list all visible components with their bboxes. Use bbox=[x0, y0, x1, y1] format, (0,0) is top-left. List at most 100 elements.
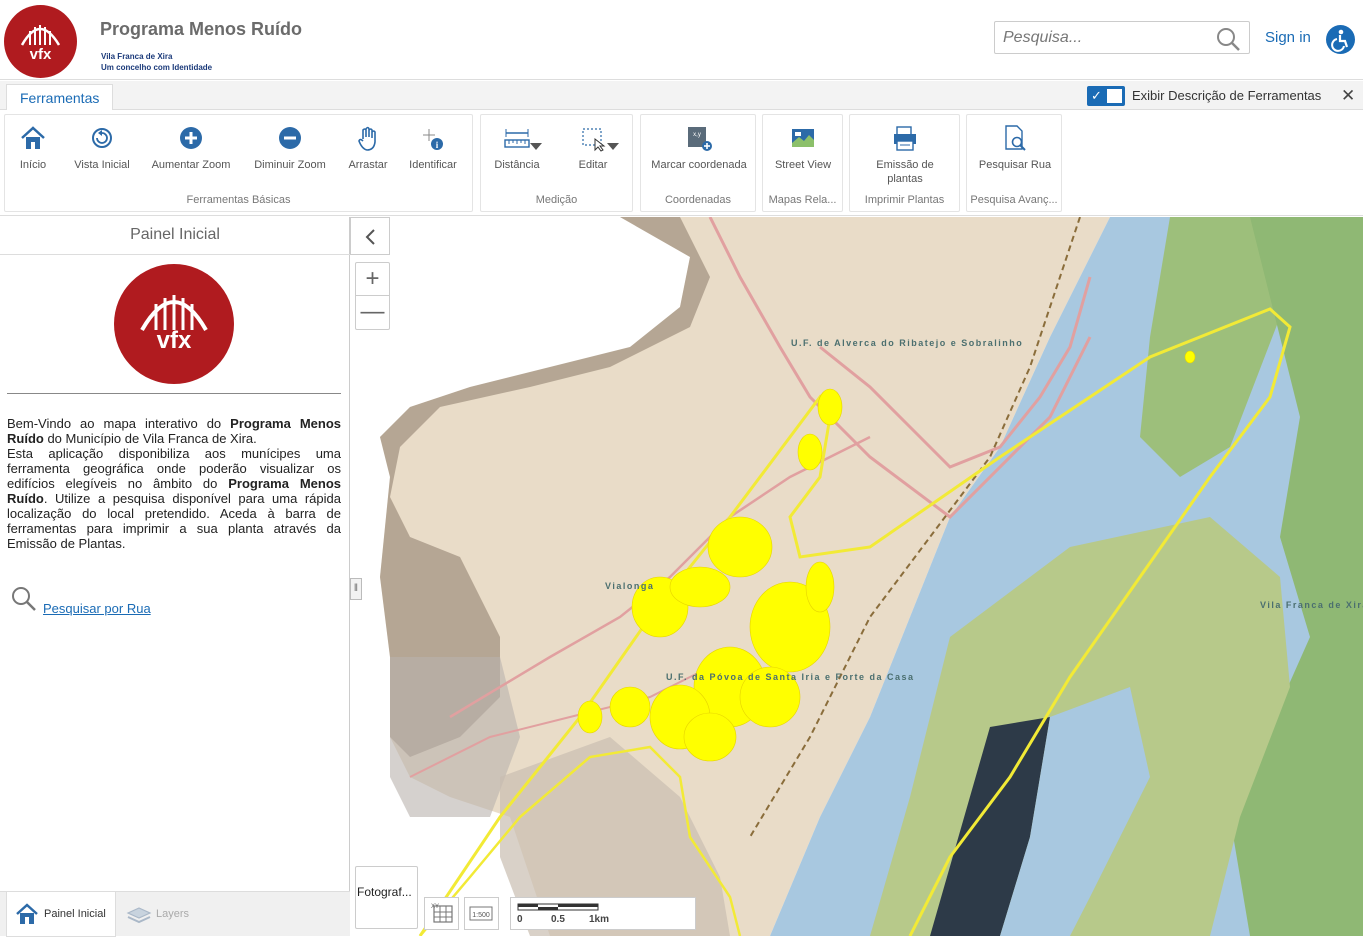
tool-description-toggle[interactable]: ✓ bbox=[1087, 86, 1125, 106]
tool-marcar-coordenada-button[interactable]: x,y Marcar coordenada bbox=[651, 123, 747, 172]
group-mapas-relacionados: Street View Mapas Rela... bbox=[762, 114, 843, 212]
vfx-logo-icon: vfx bbox=[140, 295, 208, 354]
basemap-label: Fotograf... bbox=[357, 885, 412, 899]
toggle-knob bbox=[1107, 89, 1122, 103]
scale-bar-graphic bbox=[517, 903, 599, 911]
group-label: Ferramentas Básicas bbox=[186, 194, 291, 206]
zoom-out-icon bbox=[279, 127, 301, 149]
close-icon[interactable]: ✕ bbox=[1341, 86, 1355, 106]
identify-icon: i bbox=[423, 129, 443, 150]
svg-text:vfx: vfx bbox=[30, 46, 52, 63]
search-input[interactable] bbox=[1003, 28, 1208, 48]
tool-label: Pesquisar Rua bbox=[978, 159, 1052, 171]
search-box bbox=[994, 21, 1250, 54]
side-panel: Painel Inicial vfx Bem-Vindo ao mapa int… bbox=[0, 217, 350, 937]
group-label: Imprimir Plantas bbox=[864, 194, 945, 206]
tool-description-label: Exibir Descrição de Ferramentas bbox=[1132, 88, 1322, 103]
map-view[interactable]: U.F. de Alverca do Ribatejo e Sobralinho… bbox=[350, 217, 1363, 936]
group-label: Mapas Rela... bbox=[768, 194, 837, 206]
tool-emissao-plantas-button[interactable]: Emissão de plantas bbox=[858, 123, 952, 186]
panel-divider bbox=[7, 393, 341, 394]
tool-label: Início bbox=[19, 159, 47, 171]
collapse-panel-button[interactable] bbox=[350, 217, 390, 255]
tool-inicio-button[interactable]: Início bbox=[13, 123, 53, 172]
basemap-toggle-button[interactable]: Fotograf... bbox=[355, 866, 418, 929]
tool-arrastar-button[interactable]: Arrastar bbox=[343, 123, 393, 172]
scale-icon: 1:500 bbox=[469, 906, 493, 921]
map-canvas[interactable] bbox=[350, 217, 1363, 936]
group-label: Coordenadas bbox=[664, 194, 732, 206]
scale-label-0: 0 bbox=[517, 914, 523, 925]
group-imprimir-plantas: Emissão de plantas Imprimir Plantas bbox=[849, 114, 960, 212]
app-header: vfx Programa Menos Ruído Vila Franca de … bbox=[0, 0, 1363, 80]
tool-pesquisar-rua-button[interactable]: Pesquisar Rua bbox=[971, 123, 1059, 172]
group-label: Medição bbox=[535, 194, 578, 206]
group-ferramentas-basicas: Início Vista Inicial Aumentar Zoom Dimin… bbox=[4, 114, 473, 212]
tool-label: Emissão de plantas bbox=[876, 159, 934, 185]
scale-label-max: 1km bbox=[589, 914, 610, 925]
tool-label: Diminuir Zoom bbox=[254, 159, 326, 171]
layers-icon[interactable] bbox=[126, 904, 152, 926]
panel-logo: vfx bbox=[114, 264, 234, 384]
map-tool-scale-button[interactable]: 1:500 bbox=[464, 897, 499, 930]
group-coordenadas: x,y Marcar coordenada Coordenadas bbox=[640, 114, 756, 212]
place-label-povoa: U.F. da Póvoa de Santa Iria e Forte da C… bbox=[666, 672, 915, 682]
panel-tab-bar: Painel Inicial Layers bbox=[0, 891, 350, 937]
tool-label: Aumentar Zoom bbox=[151, 159, 231, 171]
place-label-vila-franca: Vila Franca de Xira bbox=[1260, 600, 1363, 610]
panel-resize-handle[interactable]: ‖ bbox=[350, 578, 362, 600]
search-by-street-link[interactable]: Pesquisar por Rua bbox=[43, 601, 151, 616]
print-map-icon bbox=[894, 126, 916, 151]
tool-label: Distância bbox=[494, 159, 540, 171]
tool-label: Street View bbox=[774, 159, 832, 171]
tool-label: Vista Inicial bbox=[74, 159, 130, 171]
zoom-in-icon bbox=[180, 127, 202, 149]
map-tool-coordinates-button[interactable]: XY bbox=[424, 897, 459, 930]
tool-label: Identificar bbox=[409, 159, 457, 171]
vfx-logo-icon: vfx bbox=[20, 25, 61, 63]
tool-aumentar-zoom-button[interactable]: Aumentar Zoom bbox=[148, 123, 234, 172]
street-view-icon bbox=[792, 129, 814, 147]
ruler-icon bbox=[504, 129, 530, 148]
group-label: Pesquisa Avanç... bbox=[970, 194, 1058, 206]
tab-label: Painel Inicial bbox=[44, 908, 106, 920]
tool-vista-inicial-button[interactable]: Vista Inicial bbox=[67, 123, 137, 172]
tab-layers[interactable]: Layers bbox=[156, 908, 189, 920]
refresh-icon bbox=[92, 128, 112, 148]
edit-dropdown-icon[interactable] bbox=[606, 141, 620, 151]
tool-diminuir-zoom-button[interactable]: Diminuir Zoom bbox=[249, 123, 331, 172]
search-icon[interactable] bbox=[10, 585, 38, 613]
app-logo[interactable]: vfx bbox=[4, 5, 77, 78]
svg-text:XY: XY bbox=[431, 904, 439, 910]
tool-identificar-button[interactable]: i Identificar bbox=[405, 123, 461, 172]
tab-ferramentas[interactable]: Ferramentas bbox=[6, 84, 114, 111]
svg-text:1:500: 1:500 bbox=[472, 912, 490, 919]
app-subtitle-line2: Um concelho com Identidade bbox=[101, 63, 213, 72]
zoom-in-button[interactable]: + bbox=[356, 263, 389, 296]
svg-text:x,y: x,y bbox=[693, 132, 701, 138]
tool-label: Marcar coordenada bbox=[651, 159, 747, 171]
home-icon bbox=[16, 903, 38, 924]
zoom-out-button[interactable]: — bbox=[356, 297, 389, 330]
app-subtitle-line1: Vila Franca de Xira bbox=[101, 52, 173, 61]
tab-painel-inicial[interactable]: Painel Inicial bbox=[6, 892, 116, 937]
edit-selection-icon bbox=[582, 128, 606, 152]
zoom-controls: + — bbox=[355, 262, 390, 330]
ribbon-tab-bar: Ferramentas ✓ Exibir Descrição de Ferram… bbox=[0, 81, 1363, 111]
svg-text:vfx: vfx bbox=[157, 327, 192, 354]
welcome-text: Bem-Vindo ao mapa interativo do Programa… bbox=[7, 416, 341, 551]
mark-coordinate-icon: x,y bbox=[688, 127, 712, 151]
search-icon[interactable] bbox=[1215, 26, 1241, 52]
group-medicao: Distância Editar Medição bbox=[480, 114, 633, 212]
accessibility-icon[interactable] bbox=[1326, 25, 1355, 54]
distance-dropdown-icon[interactable] bbox=[529, 141, 543, 151]
tool-label: Arrastar bbox=[348, 159, 388, 171]
scale-label-mid: 0.5 bbox=[551, 914, 565, 925]
tool-street-view-button[interactable]: Street View bbox=[767, 123, 839, 172]
grid-coordinates-icon: XY bbox=[431, 904, 453, 923]
check-icon: ✓ bbox=[1091, 88, 1102, 103]
chevron-left-icon bbox=[365, 229, 375, 245]
panel-title: Painel Inicial bbox=[0, 217, 350, 255]
sign-in-link[interactable]: Sign in bbox=[1265, 29, 1311, 46]
hand-icon bbox=[358, 126, 376, 151]
